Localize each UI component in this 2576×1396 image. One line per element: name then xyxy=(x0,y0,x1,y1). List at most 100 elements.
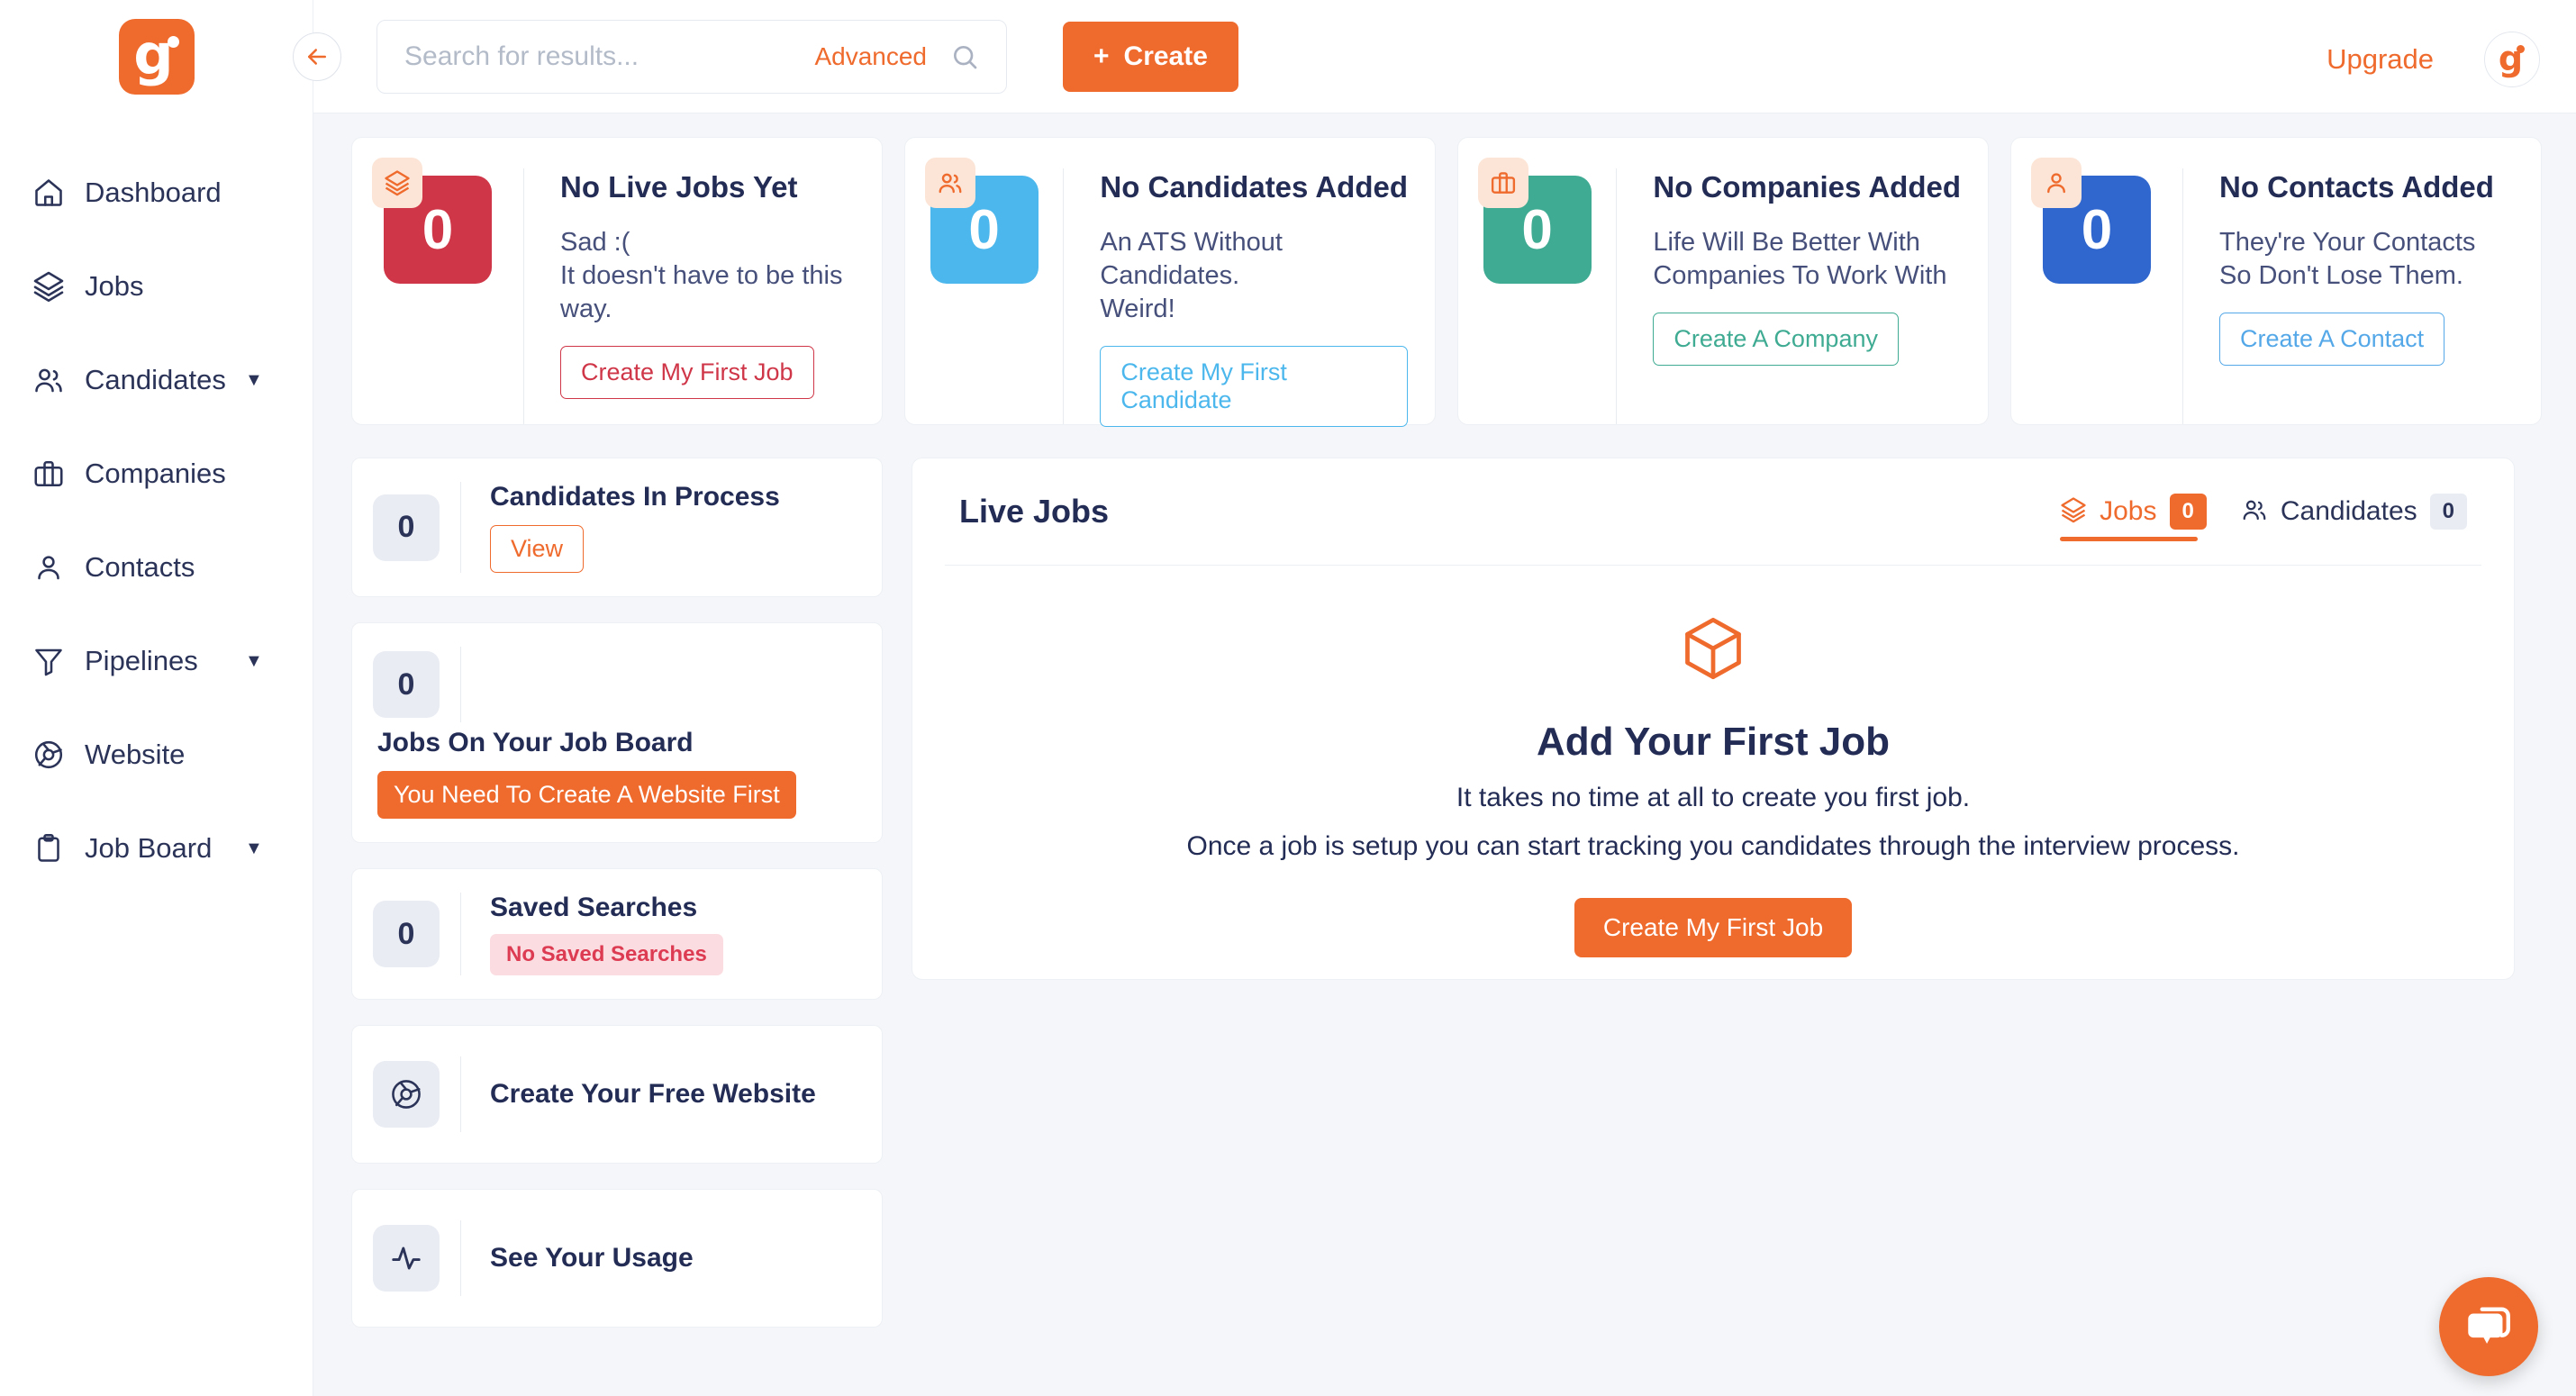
stat-action-button[interactable]: Create My First Candidate xyxy=(1100,346,1408,428)
panel-tabs: Jobs 0 Candidates 0 xyxy=(2060,458,2467,565)
user-icon xyxy=(2031,158,2082,208)
stat-card-companies: 0 No Companies Added Life Will Be Better… xyxy=(1457,137,1989,425)
mini-count-wrap: 0 xyxy=(352,494,460,561)
mini-body: See Your Usage xyxy=(460,1220,882,1296)
upgrade-link[interactable]: Upgrade xyxy=(2327,43,2434,76)
stat-count-wrap: 0 xyxy=(1458,168,1616,424)
tab-candidates[interactable]: Candidates 0 xyxy=(2241,458,2467,565)
layers-icon xyxy=(32,270,74,303)
stat-action-button[interactable]: Create A Company xyxy=(1653,313,1899,367)
sidebar-item-label: Website xyxy=(85,739,186,770)
chat-button[interactable] xyxy=(2439,1277,2538,1376)
tab-count: 0 xyxy=(2169,494,2207,530)
mini-title: Jobs On Your Job Board xyxy=(377,728,694,757)
users-icon xyxy=(2241,496,2268,528)
sidebar-item-companies[interactable]: Companies xyxy=(0,427,313,521)
sidebar-item-label: Job Board xyxy=(85,832,213,864)
sidebar-item-label: Dashboard xyxy=(85,177,222,208)
sidebar-item-label: Companies xyxy=(85,458,226,489)
sidebar-item-label: Candidates xyxy=(85,364,226,395)
stat-card-contacts: 0 No Contacts Added They're Your Contact… xyxy=(2010,137,2542,425)
stat-count-wrap: 0 xyxy=(905,168,1063,424)
tab-count: 0 xyxy=(2429,494,2467,530)
stat-action-button[interactable]: Create My First Job xyxy=(560,346,814,400)
tab-label: Jobs xyxy=(2100,496,2157,526)
stat-title: No Contacts Added xyxy=(2219,170,2494,204)
stat-card-row: 0 No Live Jobs Yet Sad :( It doesn't hav… xyxy=(351,137,2542,428)
sidebar-item-label: Contacts xyxy=(85,551,195,583)
avatar[interactable]: g xyxy=(2484,32,2540,87)
search-icon[interactable] xyxy=(950,42,979,71)
view-button[interactable]: View xyxy=(490,525,585,573)
mini-count: 0 xyxy=(373,651,440,718)
stat-description: Life Will Be Better With Companies To Wo… xyxy=(1653,228,1947,291)
chat-bubble-icon xyxy=(2468,1307,2510,1344)
clipboard-icon xyxy=(32,832,74,865)
sidebar-item-job-board[interactable]: Job Board ▼ xyxy=(0,802,313,895)
stat-card-jobs: 0 No Live Jobs Yet Sad :( It doesn't hav… xyxy=(351,137,883,425)
stat-description: Sad :( It doesn't have to be this way. xyxy=(560,228,843,324)
stat-description: They're Your Contacts So Don't Lose Them… xyxy=(2219,228,2476,291)
mini-card-candidates-in-process: 0 Candidates In Process View xyxy=(351,458,883,597)
users-icon xyxy=(32,364,74,396)
mini-card-create-website[interactable]: Create Your Free Website xyxy=(351,1025,883,1164)
mini-count: 0 xyxy=(373,901,440,967)
tab-jobs[interactable]: Jobs 0 xyxy=(2060,458,2207,565)
home-icon xyxy=(32,177,74,209)
mini-card-see-usage[interactable]: See Your Usage xyxy=(351,1189,883,1328)
create-website-first-button[interactable]: You Need To Create A Website First xyxy=(377,771,796,819)
search-input[interactable] xyxy=(404,41,815,72)
stat-body: No Contacts Added They're Your Contacts … xyxy=(2182,168,2541,424)
create-first-job-button[interactable]: Create My First Job xyxy=(1574,898,1853,957)
mini-title: Candidates In Process xyxy=(490,482,780,512)
sidebar-item-contacts[interactable]: Contacts xyxy=(0,521,313,614)
globe-icon xyxy=(373,1061,440,1128)
sidebar-item-candidates[interactable]: Candidates ▼ xyxy=(0,333,313,427)
sidebar-item-pipelines[interactable]: Pipelines ▼ xyxy=(0,614,313,708)
panel-header: Live Jobs Jobs 0 Candidates 0 xyxy=(912,458,2514,565)
sidebar-collapse-button[interactable] xyxy=(293,32,341,81)
layers-icon xyxy=(2060,496,2087,528)
logo-letter: g xyxy=(133,21,174,87)
stat-action-button[interactable]: Create A Contact xyxy=(2219,313,2445,367)
sidebar-item-jobs[interactable]: Jobs xyxy=(0,240,313,333)
globe-icon xyxy=(32,739,74,771)
mini-count: 0 xyxy=(373,494,440,561)
empty-title: Add Your First Job xyxy=(1537,720,1890,764)
live-jobs-panel: Live Jobs Jobs 0 Candidates 0 Add Your F… xyxy=(912,458,2515,980)
mini-card-jobs-on-board: 0 Jobs On Your Job Board You Need To Cre… xyxy=(351,622,883,843)
stat-title: No Live Jobs Yet xyxy=(560,170,798,204)
mini-title: Create Your Free Website xyxy=(490,1079,816,1109)
panel-title: Live Jobs xyxy=(959,493,1110,530)
status-badge: No Saved Searches xyxy=(490,934,723,975)
empty-state: Add Your First Job It takes no time at a… xyxy=(912,566,2514,957)
plus-icon: + xyxy=(1093,41,1110,71)
empty-line-1: It takes no time at all to create you fi… xyxy=(1456,783,1971,812)
advanced-search-link[interactable]: Advanced xyxy=(814,42,927,71)
create-button[interactable]: + Create xyxy=(1063,22,1238,92)
chevron-down-icon[interactable]: ▼ xyxy=(245,839,263,859)
box-icon xyxy=(1679,614,1747,687)
mini-icon-wrap xyxy=(352,1225,460,1292)
mini-card-column: 0 Candidates In Process View 0 Jobs On Y… xyxy=(351,458,883,1353)
user-icon xyxy=(32,551,74,584)
mini-count-wrap: 0 xyxy=(352,651,460,718)
app-logo[interactable]: g xyxy=(0,0,313,113)
search-bar[interactable]: Advanced xyxy=(376,20,1007,94)
create-button-label: Create xyxy=(1123,41,1208,71)
briefcase-icon xyxy=(1478,158,1528,208)
sidebar: Dashboard Jobs Candidates ▼ Companies Co… xyxy=(0,113,313,1396)
chevron-down-icon[interactable]: ▼ xyxy=(245,651,263,672)
stat-body: No Candidates Added An ATS Without Candi… xyxy=(1063,168,1435,428)
briefcase-icon xyxy=(32,458,74,490)
sidebar-item-dashboard[interactable]: Dashboard xyxy=(0,146,313,240)
users-icon xyxy=(925,158,975,208)
stat-card-candidates: 0 No Candidates Added An ATS Without Can… xyxy=(904,137,1436,428)
chevron-down-icon[interactable]: ▼ xyxy=(245,370,263,391)
sidebar-item-website[interactable]: Website xyxy=(0,708,313,802)
activity-icon xyxy=(373,1225,440,1292)
stat-body: No Companies Added Life Will Be Better W… xyxy=(1616,168,1988,424)
mini-body: Saved Searches No Saved Searches xyxy=(460,893,882,975)
mini-icon-wrap xyxy=(352,1061,460,1128)
logo-dot xyxy=(167,35,179,48)
